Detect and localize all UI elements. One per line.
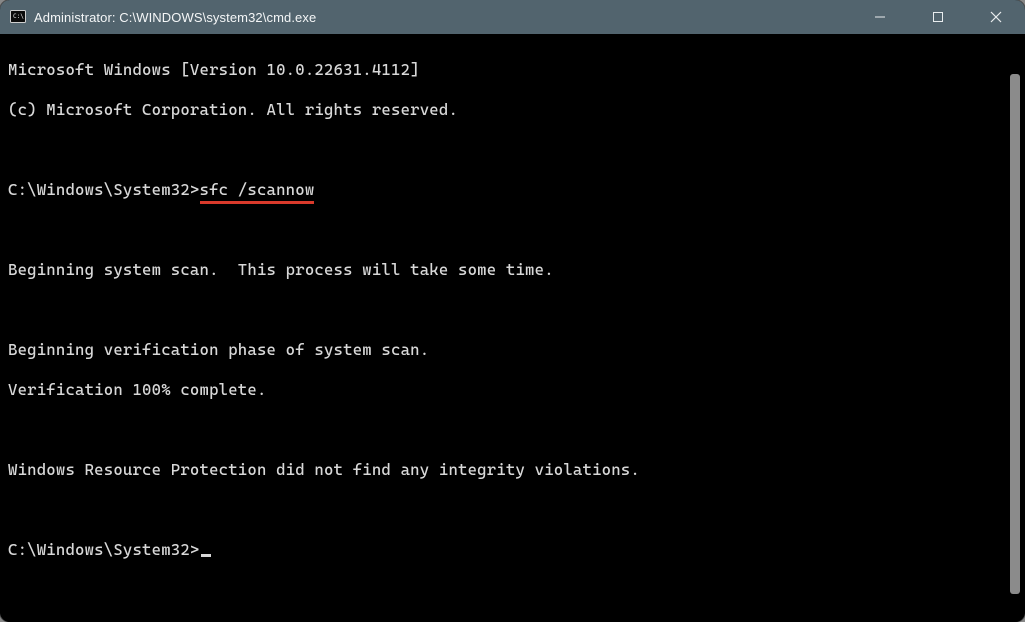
prompt-path: C:\Windows\System32> <box>8 180 200 199</box>
svg-text:C:\: C:\ <box>13 13 24 20</box>
output-line: Windows Resource Protection did not find… <box>8 460 640 479</box>
copyright-line: (c) Microsoft Corporation. All rights re… <box>8 100 458 119</box>
minimize-button[interactable] <box>851 0 909 34</box>
output-line: Beginning system scan. This process will… <box>8 260 554 279</box>
cmd-icon: C:\ <box>10 9 26 25</box>
window-title: Administrator: C:\WINDOWS\system32\cmd.e… <box>34 10 316 25</box>
output-line: Verification 100% complete. <box>8 380 267 399</box>
version-line: Microsoft Windows [Version 10.0.22631.41… <box>8 60 420 79</box>
scrollbar[interactable] <box>1008 74 1022 614</box>
text-cursor <box>201 554 211 557</box>
terminal-output[interactable]: Microsoft Windows [Version 10.0.22631.41… <box>8 40 1003 614</box>
prompt-path: C:\Windows\System32> <box>8 540 200 559</box>
maximize-button[interactable] <box>909 0 967 34</box>
titlebar[interactable]: C:\ Administrator: C:\WINDOWS\system32\c… <box>0 0 1025 34</box>
output-line: Beginning verification phase of system s… <box>8 340 429 359</box>
terminal-client-area: Microsoft Windows [Version 10.0.22631.41… <box>0 34 1025 622</box>
scrollbar-thumb[interactable] <box>1010 74 1020 594</box>
window-controls <box>851 0 1025 34</box>
close-button[interactable] <box>967 0 1025 34</box>
command-typed: sfc /scannow <box>200 180 315 204</box>
cmd-window: C:\ Administrator: C:\WINDOWS\system32\c… <box>0 0 1025 622</box>
